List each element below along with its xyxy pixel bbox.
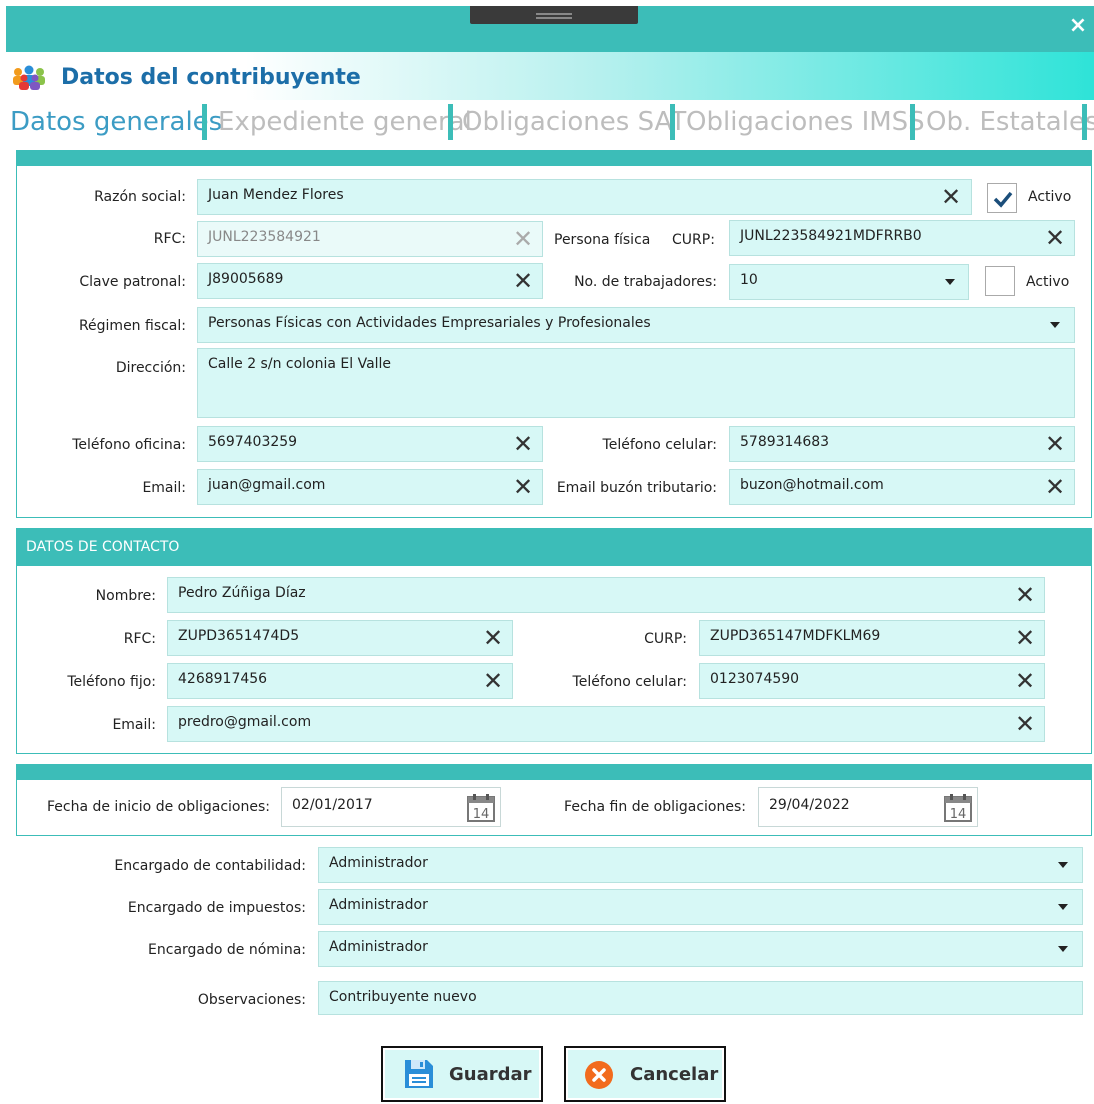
telefono-oficina-input[interactable]: 5697403259 xyxy=(197,426,543,462)
dialog-title: Datos del contribuyente xyxy=(61,65,361,90)
telefono-celular-label: Teléfono celular: xyxy=(602,437,717,453)
tab-obligaciones-sat[interactable]: Obligaciones SAT xyxy=(462,104,686,140)
telefono-oficina-label: Teléfono oficina: xyxy=(72,437,186,453)
encargado-impuestos-select[interactable]: Administrador xyxy=(318,889,1083,925)
no-trabajadores-label: No. de trabajadores: xyxy=(574,274,717,290)
activo-label: Activo xyxy=(1028,189,1072,205)
encargado-contabilidad-select[interactable]: Administrador xyxy=(318,847,1083,883)
tab-separator xyxy=(1082,104,1087,140)
tab-separator xyxy=(910,104,915,140)
encargado-nomina-label: Encargado de nómina: xyxy=(148,942,306,958)
clear-contacto-nombre-icon[interactable]: ✕ xyxy=(1014,583,1036,607)
tab-obligaciones-imss[interactable]: Obligaciones IMSS xyxy=(686,104,925,140)
contacto-email-label: Email: xyxy=(112,717,156,733)
email-buzon-input[interactable]: buzon@hotmail.com xyxy=(729,469,1075,505)
contacto-telefono-fijo-label: Teléfono fijo: xyxy=(67,674,156,690)
rfc-input[interactable]: JUNL223584921 xyxy=(197,221,543,257)
telefono-celular-input[interactable]: 5789314683 xyxy=(729,426,1075,462)
curp-input[interactable]: JUNL223584921MDFRRB0 xyxy=(729,220,1075,256)
clave-patronal-label: Clave patronal: xyxy=(79,274,186,290)
calendar-icon[interactable]: 14 xyxy=(943,793,973,823)
contacto-email-input[interactable]: predro@gmail.com xyxy=(167,706,1045,742)
razon-social-input[interactable]: Juan Mendez Flores xyxy=(197,179,972,215)
persona-fisica-label: Persona física xyxy=(554,232,651,248)
clear-contacto-curp-icon[interactable]: ✕ xyxy=(1014,626,1036,650)
clear-contacto-telefono-celular-icon[interactable]: ✕ xyxy=(1014,669,1036,693)
contacto-rfc-label: RFC: xyxy=(123,631,156,647)
svg-text:14: 14 xyxy=(950,807,967,822)
svg-text:14: 14 xyxy=(473,807,490,822)
regimen-fiscal-label: Régimen fiscal: xyxy=(78,318,186,334)
encargado-impuestos-label: Encargado de impuestos: xyxy=(127,900,306,916)
direccion-label: Dirección: xyxy=(115,360,186,376)
no-trabajadores-select[interactable]: 10 xyxy=(729,264,969,300)
contacto-nombre-input[interactable]: Pedro Zúñiga Díaz xyxy=(167,577,1045,613)
tab-separator xyxy=(448,104,453,140)
cancelar-button[interactable]: Cancelar xyxy=(564,1046,726,1102)
contacto-telefono-celular-label: Teléfono celular: xyxy=(572,674,687,690)
clear-razon-social-icon[interactable]: ✕ xyxy=(940,185,962,209)
people-group-icon xyxy=(13,65,45,90)
cancel-circle-icon xyxy=(585,1061,613,1089)
encargado-contabilidad-label: Encargado de contabilidad: xyxy=(114,858,306,874)
curp-label: CURP: xyxy=(672,232,715,248)
contacto-nombre-label: Nombre: xyxy=(95,588,156,604)
fecha-fin-label: Fecha fin de obligaciones: xyxy=(564,799,746,815)
close-icon[interactable]: × xyxy=(1068,15,1088,37)
calendar-icon[interactable]: 14 xyxy=(466,793,496,823)
guardar-button[interactable]: Guardar xyxy=(381,1046,543,1102)
tab-separator xyxy=(202,104,207,140)
clear-telefono-oficina-icon[interactable]: ✕ xyxy=(512,432,534,456)
contacto-curp-label: CURP: xyxy=(644,631,687,647)
encargado-nomina-select[interactable]: Administrador xyxy=(318,931,1083,967)
tab-datos-generales[interactable]: Datos generales xyxy=(10,104,222,140)
guardar-button-label: Guardar xyxy=(449,1064,532,1085)
contacto-telefono-celular-input[interactable]: 0123074590 xyxy=(699,663,1045,699)
observaciones-label: Observaciones: xyxy=(197,992,306,1008)
tab-ob-estatales[interactable]: Ob. Estatales xyxy=(926,104,1094,140)
drag-handle[interactable] xyxy=(470,6,638,24)
clear-email-buzon-icon[interactable]: ✕ xyxy=(1044,475,1066,499)
clear-telefono-celular-icon[interactable]: ✕ xyxy=(1044,432,1066,456)
clear-curp-icon[interactable]: ✕ xyxy=(1044,226,1066,250)
contacto-panel-header: DATOS DE CONTACTO xyxy=(16,528,1092,566)
observaciones-input[interactable]: Contribuyente nuevo xyxy=(318,981,1083,1015)
clear-rfc-icon[interactable]: ✕ xyxy=(512,227,534,251)
clave-patronal-input[interactable]: J89005689 xyxy=(197,263,543,299)
obligaciones-panel-header xyxy=(16,764,1092,780)
regimen-fiscal-select[interactable]: Personas Físicas con Actividades Empresa… xyxy=(197,307,1075,343)
activo2-checkbox[interactable] xyxy=(985,266,1015,296)
cancelar-button-label: Cancelar xyxy=(630,1064,719,1085)
email-label: Email: xyxy=(142,480,186,496)
rfc-label: RFC: xyxy=(153,231,186,247)
tab-expediente-general[interactable]: Expediente general xyxy=(218,104,472,140)
tab-separator xyxy=(670,104,675,140)
clear-contacto-email-icon[interactable]: ✕ xyxy=(1014,712,1036,736)
activo-checkbox[interactable] xyxy=(987,183,1017,213)
clear-contacto-telefono-fijo-icon[interactable]: ✕ xyxy=(482,669,504,693)
fecha-inicio-label: Fecha de inicio de obligaciones: xyxy=(46,799,270,815)
chevron-down-icon[interactable] xyxy=(1058,904,1068,910)
email-buzon-label: Email buzón tributario: xyxy=(556,480,717,496)
general-data-panel-header xyxy=(16,150,1092,166)
chevron-down-icon[interactable] xyxy=(1058,946,1068,952)
chevron-down-icon[interactable] xyxy=(945,279,955,285)
clear-clave-patronal-icon[interactable]: ✕ xyxy=(512,269,534,293)
clear-email-icon[interactable]: ✕ xyxy=(512,475,534,499)
contacto-rfc-input[interactable]: ZUPD3651474D5 xyxy=(167,620,513,656)
checkmark-icon xyxy=(993,191,1013,208)
direccion-textarea[interactable]: Calle 2 s/n colonia El Valle xyxy=(197,348,1075,418)
chevron-down-icon[interactable] xyxy=(1050,322,1060,328)
email-input[interactable]: juan@gmail.com xyxy=(197,469,543,505)
clear-contacto-rfc-icon[interactable]: ✕ xyxy=(482,626,504,650)
razon-social-label: Razón social: xyxy=(94,189,186,205)
contacto-curp-input[interactable]: ZUPD365147MDFKLM69 xyxy=(699,620,1045,656)
activo2-label: Activo xyxy=(1026,274,1070,290)
chevron-down-icon[interactable] xyxy=(1058,862,1068,868)
contacto-telefono-fijo-input[interactable]: 4268917456 xyxy=(167,663,513,699)
floppy-disk-icon xyxy=(405,1060,433,1088)
